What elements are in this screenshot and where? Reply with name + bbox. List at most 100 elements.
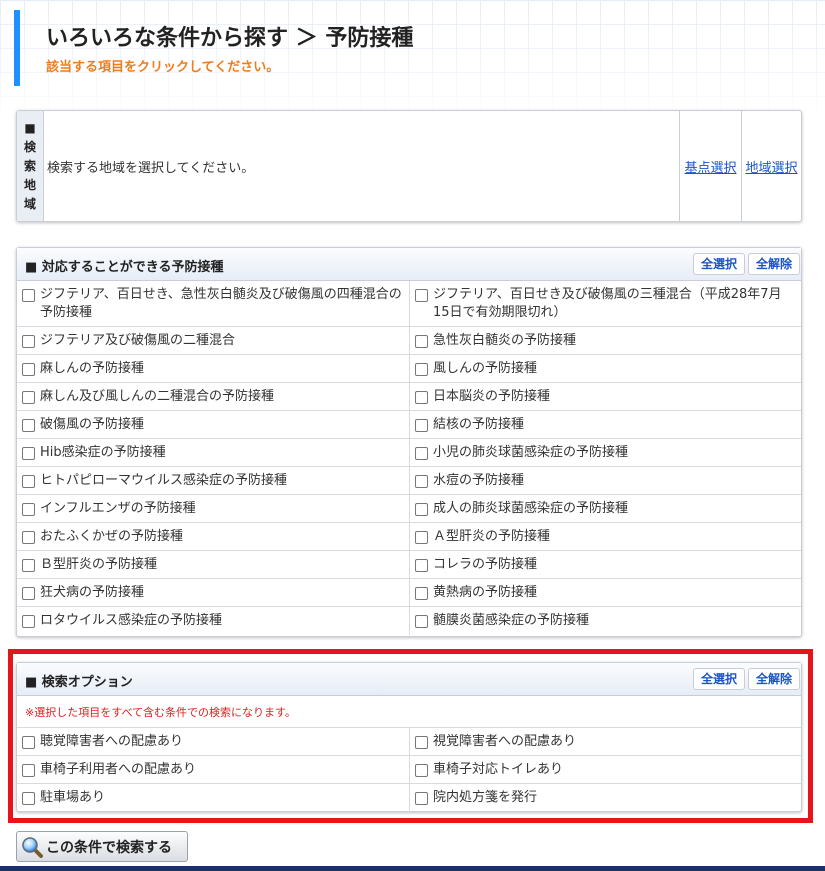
option-item-label: 視覚障害者への配慮あり [433,734,577,749]
vaccination-item[interactable]: 破傷風の予防接種 [17,411,410,439]
checkbox[interactable] [415,419,428,432]
vaccination-item[interactable]: 風しんの予防接種 [410,355,801,383]
option-item[interactable]: 駐車場あり [17,784,410,812]
vaccination-item[interactable]: 小児の肺炎球菌感染症の予防接種 [410,439,801,467]
vaccination-item-label: 麻しん及び風しんの二種混合の予防接種 [40,389,275,404]
vaccination-item[interactable]: ロタウイルス感染症の予防接種 [17,607,410,635]
vaccination-item[interactable]: ジフテリア及び破傷風の二種混合 [17,327,410,355]
vaccination-item-label: 麻しんの予防接種 [40,361,145,376]
vaccination-item[interactable]: 急性灰白髄炎の予防接種 [410,327,801,355]
vaccination-item[interactable]: 黄熱病の予防接種 [410,579,801,607]
vaccination-item[interactable]: インフルエンザの予防接種 [17,495,410,523]
option-item-label: 車椅子利用者への配慮あり [40,762,197,777]
option-item[interactable]: 視覚障害者への配慮あり [410,728,801,756]
checkbox[interactable] [415,764,428,777]
region-label: ■ 検 索 地 域 [17,111,44,221]
options-deselect-all-button[interactable]: 全解除 [748,668,800,690]
option-item-label: 院内処方箋を発行 [433,790,538,805]
checkbox[interactable] [415,289,428,302]
vaccination-item[interactable]: Ａ型肝炎の予防接種 [410,523,801,551]
base-select-link[interactable]: 基点選択 [679,111,741,221]
checkbox[interactable] [415,447,428,460]
checkbox[interactable] [22,335,35,348]
vaccination-deselect-all-button[interactable]: 全解除 [748,253,800,275]
vaccination-panel-header: ■ 対応することができる予防接種 全選択 全解除 [17,248,801,281]
search-options-note: ※選択した項目をすべて含む条件での検索になります。 [17,696,801,728]
vaccination-item-label: おたふくかぜの予防接種 [40,529,184,544]
area-select-link[interactable]: 地域選択 [741,111,801,221]
vaccination-item-label: Ｂ型肝炎の予防接種 [40,557,158,572]
search-options-panel: ■ 検索オプション 全選択 全解除 ※選択した項目をすべて含む条件での検索になり… [16,662,802,812]
checkbox[interactable] [415,475,428,488]
vaccination-item[interactable]: 麻しんの予防接種 [17,355,410,383]
option-item[interactable]: 聴覚障害者への配慮あり [17,728,410,756]
option-item[interactable]: 車椅子利用者への配慮あり [17,756,410,784]
vaccination-item-label: 狂犬病の予防接種 [40,585,145,600]
checkbox[interactable] [22,792,35,805]
checkbox[interactable] [415,587,428,600]
region-label-char: ■ [24,120,36,135]
checkbox[interactable] [415,559,428,572]
checkbox[interactable] [22,559,35,572]
vaccination-item[interactable]: 水痘の予防接種 [410,467,801,495]
checkbox[interactable] [22,764,35,777]
search-options-header: ■ 検索オプション 全選択 全解除 [17,663,801,696]
checkbox[interactable] [22,289,35,302]
checkbox[interactable] [22,363,35,376]
search-submit-button[interactable]: この条件で検索する [16,831,188,862]
option-item-label: 車椅子対応トイレあり [433,762,564,777]
checkbox[interactable] [415,335,428,348]
vaccination-item[interactable]: ジフテリア、百日せき及び破傷風の三種混合（平成28年7月15日で有効期限切れ） [410,281,801,327]
vaccination-item[interactable]: おたふくかぜの予防接種 [17,523,410,551]
vaccination-item[interactable]: Ｂ型肝炎の予防接種 [17,551,410,579]
checkbox[interactable] [22,475,35,488]
vaccination-item[interactable]: コレラの予防接種 [410,551,801,579]
checkbox[interactable] [415,792,428,805]
region-label-char: 域 [23,196,36,211]
vaccination-item-label: ジフテリア、百日せき、急性灰白髄炎及び破傷風の四種混合の予防接種 [40,287,402,320]
vaccination-item[interactable]: 成人の肺炎球菌感染症の予防接種 [410,495,801,523]
search-options-title: ■ 検索オプション [25,675,133,690]
option-item[interactable]: 車椅子対応トイレあり [410,756,801,784]
options-select-all-button[interactable]: 全選択 [693,668,745,690]
search-options-list: 聴覚障害者への配慮あり 視覚障害者への配慮あり 車椅子利用者への配慮あり 車椅子… [17,728,801,812]
option-item-label: 駐車場あり [40,790,106,805]
vaccination-item-label: 水痘の予防接種 [433,473,525,488]
vaccination-item-label: インフルエンザの予防接種 [40,501,196,516]
vaccination-item-label: 髄膜炎菌感染症の予防接種 [433,613,590,628]
vaccination-item[interactable]: Hib感染症の予防接種 [17,439,410,467]
vaccination-item-label: Ａ型肝炎の予防接種 [433,529,551,544]
vaccination-item-label: 黄熱病の予防接種 [433,585,538,600]
checkbox[interactable] [22,615,35,628]
search-submit-label: この条件で検索する [46,839,172,856]
option-item[interactable]: 院内処方箋を発行 [410,784,801,812]
checkbox[interactable] [22,587,35,600]
vaccination-select-all-button[interactable]: 全選択 [693,253,745,275]
checkbox[interactable] [415,363,428,376]
option-item-label: 聴覚障害者への配慮あり [40,734,184,749]
vaccination-item-label: ロタウイルス感染症の予防接種 [40,613,223,628]
checkbox[interactable] [415,531,428,544]
region-prompt: 検索する地域を選択してください。 [47,161,255,176]
page-title: いろいろな条件から探す ＞ 予防接種 [46,26,414,51]
checkbox[interactable] [415,615,428,628]
page-subtitle: 該当する項目をクリックしてください。 [46,60,280,75]
vaccination-item-label: 成人の肺炎球菌感染症の予防接種 [433,501,629,516]
checkbox[interactable] [22,447,35,460]
vaccination-item[interactable]: 日本脳炎の予防接種 [410,383,801,411]
checkbox[interactable] [415,391,428,404]
vaccination-item[interactable]: 麻しん及び風しんの二種混合の予防接種 [17,383,410,411]
vaccination-item[interactable]: 髄膜炎菌感染症の予防接種 [410,607,801,635]
checkbox[interactable] [22,736,35,749]
checkbox[interactable] [22,419,35,432]
vaccination-item[interactable]: 結核の予防接種 [410,411,801,439]
checkbox[interactable] [22,503,35,516]
checkbox[interactable] [22,531,35,544]
checkbox[interactable] [415,736,428,749]
vaccination-item-label: 結核の予防接種 [433,417,525,432]
checkbox[interactable] [22,391,35,404]
vaccination-item[interactable]: 狂犬病の予防接種 [17,579,410,607]
vaccination-item[interactable]: ヒトパピローマウイルス感染症の予防接種 [17,467,410,495]
checkbox[interactable] [415,503,428,516]
vaccination-item[interactable]: ジフテリア、百日せき、急性灰白髄炎及び破傷風の四種混合の予防接種 [17,281,410,327]
